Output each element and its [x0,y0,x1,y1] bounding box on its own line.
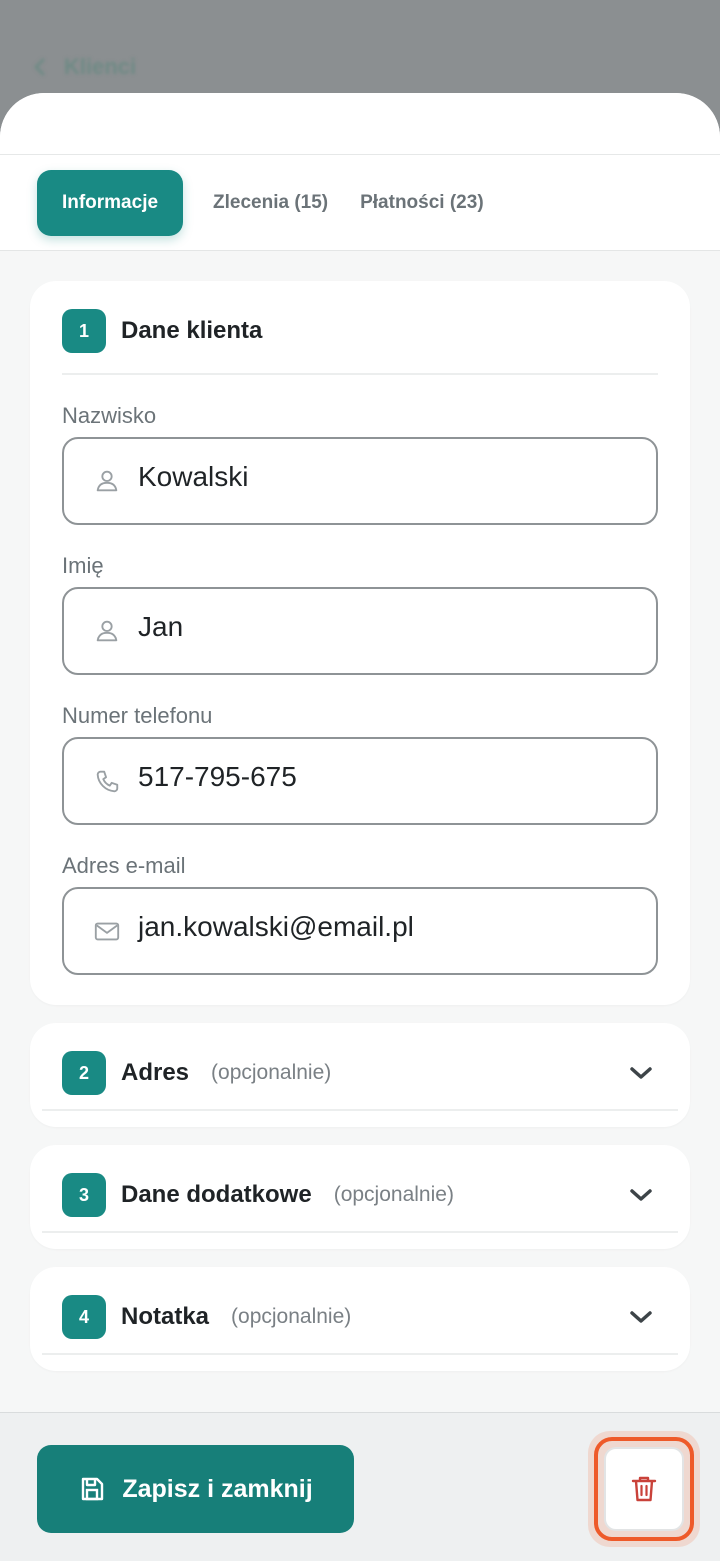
field-label-first-name: Imię [62,553,104,578]
optional-hint: (opcjonalnie) [333,1183,454,1206]
field-label-phone: Numer telefonu [62,703,213,728]
user-icon [92,466,122,496]
chevron-down-icon[interactable] [628,1182,654,1208]
background-back-label: Klienci [64,54,137,79]
action-footer: Zapisz i zamknij [0,1412,720,1561]
client-details-sheet: > Informacje Zlecenia (15) Płatności (23… [0,93,720,1561]
background-back-link: Klienci [30,54,136,80]
section-title: Dane klienta [121,317,263,344]
first-name-value: Jan [138,611,184,642]
section-note[interactable]: 4 Notatka (opcjonalnie) [30,1267,690,1371]
tab-bar: Informacje Zlecenia (15) Płatności (23) [0,155,720,251]
chevron-left-icon [34,58,45,76]
save-and-close-label: Zapisz i zamknij [122,1474,313,1503]
mail-icon [92,916,122,946]
section-additional-data[interactable]: 3 Dane dodatkowe (opcjonalnie) [30,1145,690,1249]
section-client-data-header: 1 Dane klienta [62,309,658,353]
section-note-header[interactable]: 4 Notatka (opcjonalnie) [62,1295,658,1339]
optional-hint: (opcjonalnie) [231,1305,352,1328]
tab-platnosci[interactable]: Płatności (23) [358,192,486,214]
section-title: Adres [121,1059,190,1086]
delete-button-highlight [588,1431,700,1547]
delete-button-focus-ring [594,1437,694,1541]
tab-zlecenia[interactable]: Zlecenia (15) [211,192,330,214]
phone-value: 517-795-675 [138,761,297,792]
first-name-field[interactable]: Jan [62,587,658,675]
email-value: jan.kowalski@email.pl [138,911,414,942]
sheet-content: 1 Dane klienta Nazwisko Kowalski Imię Ja… [0,251,720,1371]
section-additional-data-header[interactable]: 3 Dane dodatkowe (opcjonalnie) [62,1173,658,1217]
save-icon [82,1477,104,1501]
section-number-badge: 1 [62,309,106,353]
user-icon [92,616,122,646]
optional-hint: (opcjonalnie) [211,1061,332,1084]
stray-glyph: > [2,99,12,116]
surname-field[interactable]: Kowalski [62,437,658,525]
section-divider [62,373,658,375]
phone-field[interactable]: 517-795-675 [62,737,658,825]
email-field[interactable]: jan.kowalski@email.pl [62,887,658,975]
field-label-surname: Nazwisko [62,403,157,428]
field-label-email: Adres e-mail [62,853,186,878]
save-and-close-button[interactable]: Zapisz i zamknij [37,1445,354,1533]
section-title: Dane dodatkowe [121,1181,312,1208]
section-address[interactable]: 2 Adres (opcjonalnie) [30,1023,690,1127]
section-address-header[interactable]: 2 Adres (opcjonalnie) [62,1051,658,1095]
section-divider [42,1353,678,1355]
section-number-badge: 4 [62,1295,106,1339]
tab-informacje[interactable]: Informacje [37,169,183,236]
trash-icon [631,1476,657,1502]
section-client-data: 1 Dane klienta Nazwisko Kowalski Imię Ja… [30,281,690,1005]
chevron-down-icon[interactable] [628,1304,654,1330]
chevron-down-icon[interactable] [628,1060,654,1086]
section-title: Notatka [121,1303,210,1330]
phone-icon [92,766,122,796]
section-number-badge: 2 [62,1051,106,1095]
sheet-handle-area: > [0,93,720,155]
section-divider [42,1109,678,1111]
delete-button[interactable] [604,1447,684,1531]
section-divider [42,1231,678,1233]
surname-value: Kowalski [138,461,249,492]
section-number-badge: 3 [62,1173,106,1217]
